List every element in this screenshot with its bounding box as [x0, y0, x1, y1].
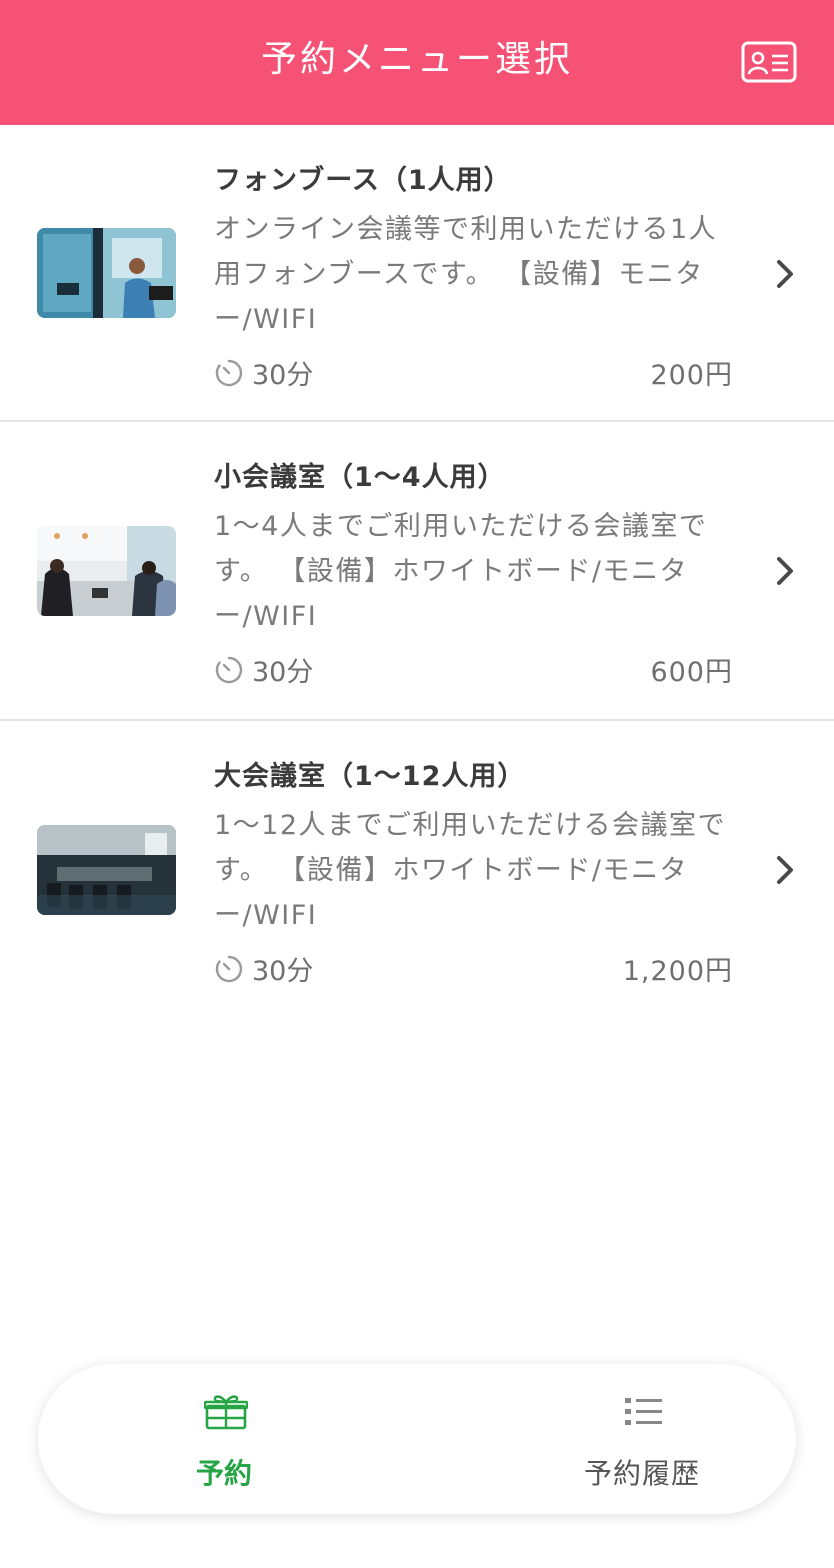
small-meeting-room-photo [37, 526, 176, 616]
tab-reservation[interactable]: 予約 [38, 1364, 417, 1514]
menu-list: フォンブース（1人用） オンライン会議等で利用いただける1人用フォンブースです。… [0, 125, 834, 1020]
page-title: 予約メニュー選択 [260, 39, 573, 80]
chevron-right-icon [772, 555, 798, 587]
menu-item-price: 200円 [650, 360, 733, 391]
duration-text: 30分 [252, 657, 314, 688]
chevron-right-icon [772, 258, 798, 290]
menu-item-title: 大会議室（1〜12人用） [214, 761, 526, 792]
menu-item-price: 1,200円 [622, 956, 733, 987]
member-card-button[interactable] [741, 40, 797, 84]
app-header: 予約メニュー選択 [0, 0, 834, 125]
chevron-right-icon [772, 854, 798, 886]
menu-item-duration: 30分 [214, 353, 313, 392]
menu-item-phone-booth[interactable]: フォンブース（1人用） オンライン会議等で利用いただける1人用フォンブースです。… [0, 125, 834, 422]
menu-item-price: 600円 [650, 657, 733, 688]
tab-reservation-history[interactable]: 予約履歴 [417, 1364, 796, 1514]
bottom-navigation: 予約 予約履歴 [38, 1364, 796, 1514]
menu-item-title: フォンブース（1人用） [214, 165, 512, 196]
menu-item-title: 小会議室（1〜4人用） [214, 462, 506, 493]
member-card-icon [741, 40, 797, 84]
gift-icon [204, 1392, 248, 1432]
clock-icon [214, 655, 244, 685]
tab-label: 予約 [196, 1457, 253, 1490]
menu-item-large-meeting-room[interactable]: 大会議室（1〜12人用） 1〜12人までご利用いただける会議室です。 【設備】ホ… [0, 721, 834, 1020]
menu-item-description: 1〜12人までご利用いただける会議室です。 【設備】ホワイトボード/モニター/W… [214, 810, 727, 931]
large-meeting-room-photo [37, 825, 176, 915]
menu-item-duration: 30分 [214, 949, 313, 988]
menu-item-description: 1〜4人までご利用いただける会議室です。 【設備】ホワイトボード/モニター/WI… [214, 511, 708, 632]
phone-booth-photo [37, 228, 176, 318]
menu-item-small-meeting-room[interactable]: 小会議室（1〜4人用） 1〜4人までご利用いただける会議室です。 【設備】ホワイ… [0, 422, 834, 721]
list-icon [622, 1392, 666, 1432]
duration-text: 30分 [252, 360, 314, 391]
menu-item-description: オンライン会議等で利用いただける1人用フォンブースです。 【設備】モニター/WI… [214, 214, 718, 335]
menu-item-duration: 30分 [214, 650, 313, 689]
duration-text: 30分 [252, 956, 314, 987]
clock-icon [214, 954, 244, 984]
reservation-menu-screen: 予約メニュー選択 フォンブース（1人用） オンライン会議等で利用いただける1人用… [0, 0, 834, 1568]
tab-label: 予約履歴 [584, 1457, 701, 1490]
clock-icon [214, 358, 244, 388]
